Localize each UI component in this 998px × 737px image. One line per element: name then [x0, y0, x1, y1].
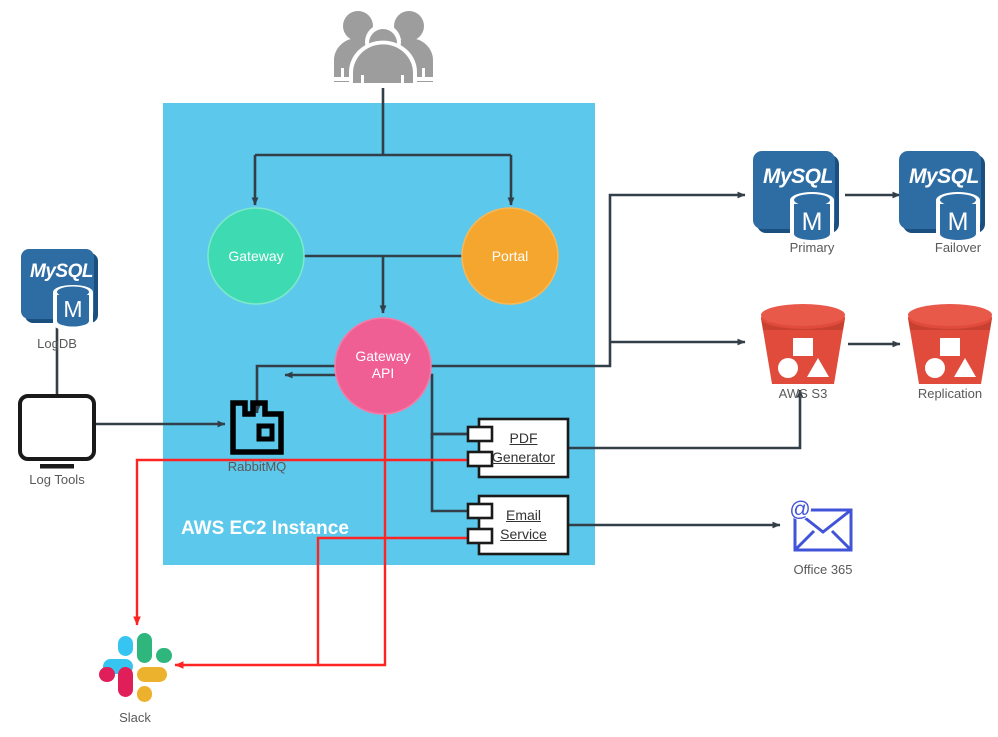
pdf-generator-label-line2: Generator: [491, 449, 556, 465]
aws-ec2-instance-title: AWS EC2 Instance: [181, 518, 349, 539]
portal-label: Portal: [491, 248, 529, 264]
email-service-label-line2: Service: [500, 526, 547, 542]
slack-layer: [99, 633, 172, 702]
architecture-diagram: M M M MySQL MySQL MySQL @ Gateway Portal…: [0, 0, 998, 737]
pdf-generator-label-line1: PDF: [509, 430, 538, 446]
gateway-api-label-line1: Gateway: [355, 348, 411, 364]
gateway-api-label-line2: API: [371, 365, 395, 381]
slack-logo-icon[interactable]: [99, 633, 172, 702]
email-service-label-line1: Email: [505, 507, 541, 523]
gateway-label: Gateway: [228, 248, 284, 264]
pdf-generator-label: PDF Generator: [479, 429, 568, 467]
email-service-label: Email Service: [479, 506, 568, 544]
